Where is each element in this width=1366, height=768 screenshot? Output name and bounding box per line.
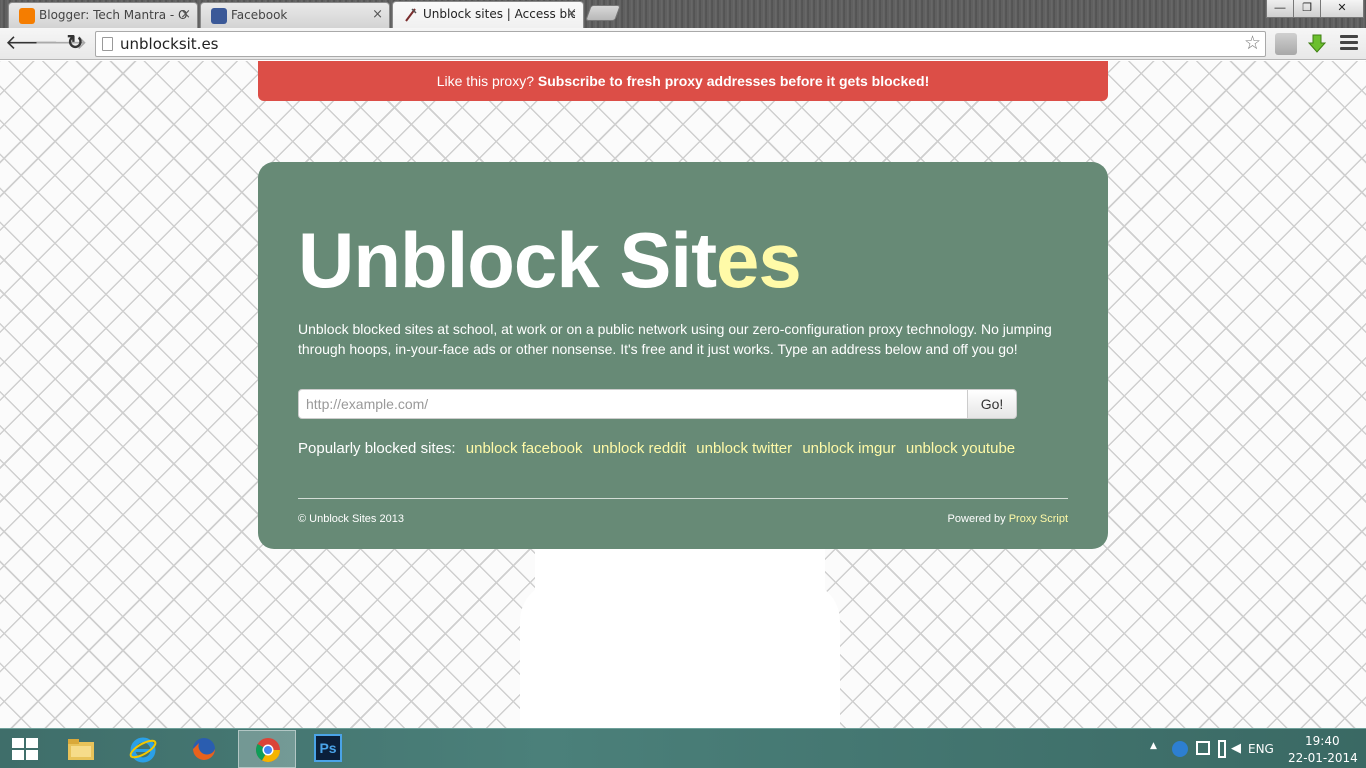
minimize-button[interactable]: — bbox=[1266, 0, 1294, 18]
restore-button[interactable]: ❐ bbox=[1293, 0, 1321, 18]
proxy-script-link[interactable]: Proxy Script bbox=[1009, 513, 1068, 525]
powered-by: Powered by Proxy Script bbox=[948, 513, 1068, 525]
clock-date[interactable]: 22-01-2014 bbox=[1288, 751, 1358, 765]
network-icon[interactable] bbox=[1196, 741, 1210, 755]
url-input[interactable] bbox=[298, 389, 968, 419]
url-form: Go! bbox=[298, 389, 1018, 419]
windows-start-icon[interactable] bbox=[12, 738, 38, 760]
fence-hole bbox=[535, 549, 825, 599]
forward-button[interactable]: 🡒 bbox=[34, 32, 88, 56]
reload-button[interactable]: ↻ bbox=[63, 32, 87, 56]
blogger-icon bbox=[19, 8, 35, 24]
subscribe-banner[interactable]: Like this proxy? Subscribe to fresh prox… bbox=[258, 61, 1108, 101]
battery-icon[interactable] bbox=[1218, 740, 1226, 758]
internet-explorer-icon[interactable] bbox=[114, 730, 172, 768]
network-globe-icon[interactable] bbox=[1172, 741, 1188, 757]
proxy-icon bbox=[403, 7, 419, 23]
link-unblock-twitter[interactable]: unblock twitter bbox=[696, 440, 792, 457]
subscribe-link[interactable]: Subscribe to fresh proxy addresses befor… bbox=[538, 73, 929, 89]
chrome-icon[interactable] bbox=[238, 730, 296, 768]
photoshop-label: Ps bbox=[314, 734, 342, 762]
volume-icon[interactable]: ◀ bbox=[1231, 741, 1241, 756]
bookmark-star-icon[interactable]: ☆ bbox=[1244, 32, 1261, 56]
title-main: Unblock Sit bbox=[298, 216, 717, 304]
tab-blogger[interactable]: Blogger: Tech Mantra - O × bbox=[8, 2, 198, 28]
fence-hole bbox=[520, 581, 840, 728]
firefox-icon[interactable] bbox=[175, 730, 233, 768]
main-panel: Unblock Sites Unblock blocked sites at s… bbox=[258, 162, 1108, 549]
copyright: © Unblock Sites 2013 bbox=[298, 513, 404, 525]
popular-label: Popularly blocked sites: bbox=[298, 440, 456, 457]
tab-strip: Blogger: Tech Mantra - O × Facebook × Un… bbox=[0, 0, 1366, 28]
new-tab-button[interactable] bbox=[585, 5, 621, 21]
windows-taskbar: Ps ▲ ◀ ENG 19:40 22-01-2014 bbox=[0, 728, 1366, 768]
page-viewport: Like this proxy? Subscribe to fresh prox… bbox=[0, 61, 1366, 728]
file-explorer-icon[interactable] bbox=[52, 730, 110, 768]
language-indicator[interactable]: ENG bbox=[1248, 742, 1274, 756]
chrome-menu-icon[interactable] bbox=[1340, 35, 1358, 53]
tab-close-icon[interactable]: × bbox=[566, 2, 577, 26]
browser-toolbar: 🡐 🡒 ↻ unblocksit.es ☆ bbox=[0, 28, 1366, 60]
close-window-button[interactable]: ✕ bbox=[1320, 0, 1364, 18]
tab-facebook[interactable]: Facebook × bbox=[200, 2, 390, 28]
link-unblock-youtube[interactable]: unblock youtube bbox=[906, 440, 1015, 457]
tab-close-icon[interactable]: × bbox=[180, 3, 191, 27]
footer-divider bbox=[298, 498, 1068, 499]
title-accent: es bbox=[716, 216, 802, 304]
download-arrow-icon[interactable] bbox=[1306, 33, 1328, 55]
link-unblock-imgur[interactable]: unblock imgur bbox=[802, 440, 895, 457]
powered-prefix: Powered by bbox=[947, 513, 1009, 525]
popular-sites: Popularly blocked sites: unblock faceboo… bbox=[298, 439, 1015, 459]
address-bar[interactable]: unblocksit.es ☆ bbox=[95, 31, 1266, 57]
tab-label: Unblock sites | Access blo bbox=[423, 7, 575, 21]
address-text[interactable]: unblocksit.es bbox=[120, 32, 219, 56]
page-icon bbox=[102, 37, 113, 51]
tab-label: Facebook bbox=[231, 8, 288, 22]
tab-label: Blogger: Tech Mantra - O bbox=[39, 8, 188, 22]
tab-unblock-sites[interactable]: Unblock sites | Access blo × bbox=[392, 1, 584, 28]
photoshop-icon[interactable]: Ps bbox=[300, 730, 358, 768]
description: Unblock blocked sites at school, at work… bbox=[298, 321, 1052, 357]
link-unblock-facebook[interactable]: unblock facebook bbox=[466, 440, 583, 457]
link-unblock-reddit[interactable]: unblock reddit bbox=[593, 440, 686, 457]
facebook-icon bbox=[211, 8, 227, 24]
clock-time[interactable]: 19:40 bbox=[1305, 734, 1340, 748]
page-title: Unblock Sites bbox=[298, 215, 802, 305]
banner-lead: Like this proxy? bbox=[436, 73, 538, 89]
extension-icon[interactable] bbox=[1275, 33, 1297, 55]
tray-expand-icon[interactable]: ▲ bbox=[1150, 741, 1157, 751]
tab-close-icon[interactable]: × bbox=[372, 3, 383, 27]
go-button[interactable]: Go! bbox=[967, 389, 1017, 419]
back-button[interactable]: 🡐 bbox=[5, 32, 59, 56]
